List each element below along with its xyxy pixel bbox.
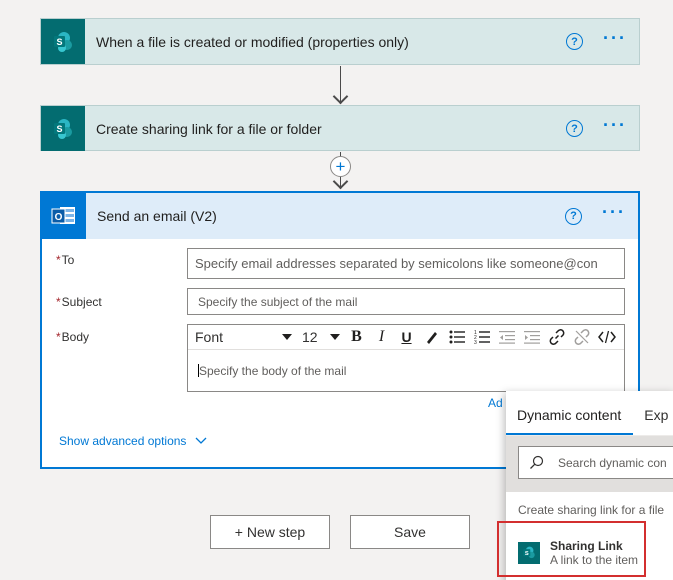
svg-text:O: O <box>55 212 63 223</box>
dynamic-search-placeholder: Search dynamic con <box>558 455 667 470</box>
new-step-label: + New step <box>234 524 306 540</box>
arrow-down-icon <box>332 88 349 105</box>
more-options-icon[interactable]: ··· <box>602 203 626 229</box>
help-icon[interactable]: ? <box>566 120 584 137</box>
trigger-step-card[interactable]: S When a file is created or modified (pr… <box>40 18 640 65</box>
to-label: *To <box>56 253 75 267</box>
sharing-link-step-header[interactable]: S Create sharing link for a file or fold… <box>41 106 639 151</box>
tab-dynamic-content[interactable]: Dynamic content <box>506 407 634 435</box>
dynamic-search-input[interactable]: Search dynamic con <box>518 446 673 479</box>
send-email-step-title: Send an email (V2) <box>97 208 217 224</box>
numbered-list-icon[interactable]: 123 <box>469 326 494 348</box>
new-step-button[interactable]: + New step <box>210 515 330 549</box>
unlink-icon[interactable] <box>569 326 594 348</box>
dynamic-search-area: Search dynamic con <box>506 436 673 492</box>
chevron-down-icon <box>330 334 340 340</box>
sharepoint-icon: S <box>41 19 85 64</box>
body-label-text: Body <box>61 330 90 344</box>
body-label: *Body <box>56 330 90 344</box>
bold-icon[interactable]: B <box>344 326 369 348</box>
dynamic-content-tabs: Dynamic content Exp <box>506 391 673 436</box>
help-icon[interactable]: ? <box>565 207 583 225</box>
send-email-step-header[interactable]: O Send an email (V2) ? ··· <box>42 193 638 239</box>
svg-text:3: 3 <box>474 340 477 344</box>
more-options-icon[interactable]: ··· <box>603 29 627 55</box>
code-view-icon[interactable] <box>594 326 619 348</box>
italic-icon[interactable]: I <box>369 326 394 348</box>
body-toolbar: Font 12 B I U 123 <box>188 325 624 350</box>
subject-placeholder: Specify the subject of the mail <box>198 294 358 309</box>
help-icon[interactable]: ? <box>566 33 584 50</box>
to-label-text: To <box>61 253 75 267</box>
body-editor[interactable]: Font 12 B I U 123 Specify the body of th… <box>187 324 625 392</box>
arrow-down-icon <box>332 173 349 190</box>
link-icon[interactable] <box>544 326 569 348</box>
show-advanced-options-link[interactable]: Show advanced options <box>59 434 207 448</box>
trigger-step-title: When a file is created or modified (prop… <box>96 33 409 50</box>
font-color-icon[interactable] <box>419 326 444 348</box>
font-size-select[interactable]: 12 <box>302 329 340 345</box>
tab-expression[interactable]: Exp <box>633 407 673 435</box>
svg-text:S: S <box>56 37 62 47</box>
chevron-down-icon <box>195 437 207 444</box>
sharepoint-icon: S <box>41 106 85 151</box>
highlight-box <box>497 521 646 577</box>
svg-text:S: S <box>56 124 62 134</box>
search-icon <box>530 455 544 469</box>
sharing-link-step-card[interactable]: S Create sharing link for a file or fold… <box>40 105 640 151</box>
body-placeholder: Specify the body of the mail <box>199 364 347 378</box>
bullet-list-icon[interactable] <box>444 326 469 348</box>
increase-indent-icon[interactable] <box>519 326 544 348</box>
font-size-value: 12 <box>302 329 318 345</box>
show-advanced-options-label: Show advanced options <box>59 434 187 448</box>
font-family-value: Font <box>195 329 224 345</box>
decrease-indent-icon[interactable] <box>494 326 519 348</box>
sharing-link-step-title: Create sharing link for a file or folder <box>96 120 322 137</box>
subject-label: *Subject <box>56 295 102 309</box>
trigger-step-header[interactable]: S When a file is created or modified (pr… <box>41 19 639 64</box>
outlook-icon: O <box>42 193 86 239</box>
save-button[interactable]: Save <box>350 515 470 549</box>
more-options-icon[interactable]: ··· <box>603 116 627 142</box>
save-label: Save <box>394 524 426 540</box>
font-family-select[interactable]: Font <box>191 326 296 348</box>
to-field[interactable]: Specify email addresses separated by sem… <box>187 248 625 279</box>
subject-field[interactable]: Specify the subject of the mail <box>187 288 625 315</box>
body-text-area[interactable]: Specify the body of the mail <box>188 350 624 378</box>
subject-label-text: Subject <box>61 295 102 309</box>
underline-icon[interactable]: U <box>394 326 419 348</box>
chevron-down-icon <box>282 334 292 340</box>
add-dynamic-content-link[interactable]: Ad <box>488 396 503 410</box>
to-placeholder: Specify email addresses separated by sem… <box>195 256 598 271</box>
